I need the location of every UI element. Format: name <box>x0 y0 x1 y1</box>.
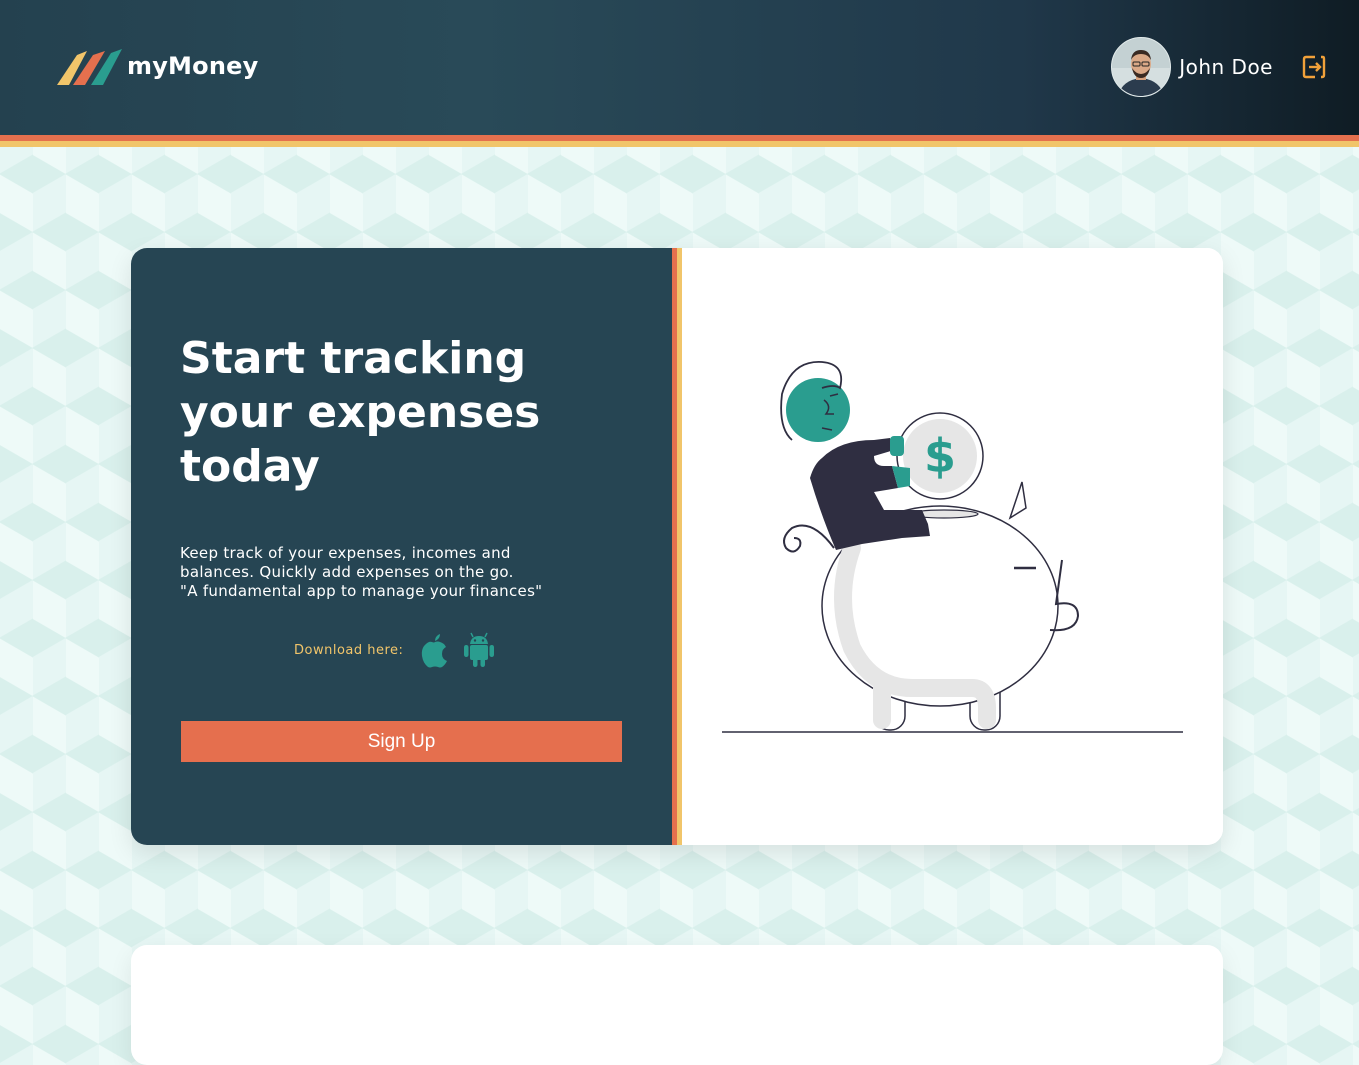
avatar[interactable] <box>1111 37 1172 97</box>
logo-text: myMoney <box>127 52 259 80</box>
piggy-bank-illustration: $ <box>722 361 1183 733</box>
hero-text-panel: Start tracking your expenses today Keep … <box>131 248 672 845</box>
logo[interactable]: myMoney <box>55 45 258 87</box>
description-line: balances. Quickly add expenses on the go… <box>180 563 514 581</box>
android-icon[interactable] <box>463 632 495 668</box>
user-menu: John Doe <box>1111 37 1359 97</box>
apple-icon[interactable] <box>419 632 451 668</box>
header-stripe-yellow <box>0 141 1359 147</box>
hero-illustration-panel: $ <box>682 248 1223 845</box>
avatar-photo <box>1112 38 1171 96</box>
download-section: Download here: <box>294 632 495 668</box>
svg-text:$: $ <box>924 429 956 483</box>
logout-icon[interactable] <box>1301 54 1327 80</box>
secondary-card <box>131 945 1223 1065</box>
hero-card: Start tracking your expenses today Keep … <box>131 248 1223 845</box>
download-label: Download here: <box>294 642 404 658</box>
description-line: Keep track of your expenses, incomes and <box>180 544 511 562</box>
signup-button[interactable]: Sign Up <box>181 721 622 762</box>
top-header: myMoney John Doe <box>0 0 1359 135</box>
user-name[interactable]: John Doe <box>1179 55 1273 79</box>
hero-headline: Start tracking your expenses today <box>180 333 541 492</box>
stripes-logo-icon <box>57 49 122 85</box>
description-line: "A fundamental app to manage your financ… <box>180 582 543 600</box>
hero-description: Keep track of your expenses, incomes and… <box>180 544 630 601</box>
